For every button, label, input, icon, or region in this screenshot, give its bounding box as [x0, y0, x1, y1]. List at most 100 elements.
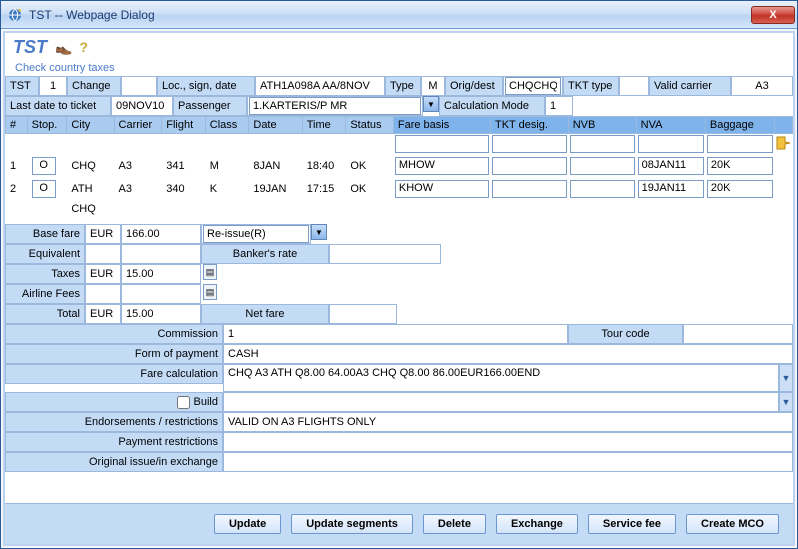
build-scroll-icon[interactable]: ▼ — [779, 392, 793, 412]
blank-nvb-input[interactable] — [570, 135, 635, 153]
bankers-value — [329, 244, 441, 264]
seg-header-nva: NVA — [636, 117, 705, 134]
exchange-button[interactable]: Exchange — [496, 514, 578, 534]
bag-input[interactable]: 20K — [707, 157, 773, 175]
tktdesig-input[interactable] — [492, 157, 567, 175]
airfee-label: Airline Fees — [5, 284, 85, 304]
tktdesig-input[interactable] — [492, 180, 567, 198]
update-segments-button[interactable]: Update segments — [291, 514, 413, 534]
farecalc-scroll-icon[interactable]: ▼ — [779, 364, 793, 392]
content-area: TST 👞 ? Check country taxes TST 1 Change… — [3, 31, 795, 546]
farebasis-input[interactable]: KHOW — [395, 180, 489, 198]
blank-bag-input[interactable] — [707, 135, 773, 153]
segment-table: #Stop.CityCarrierFlightClassDateTimeStat… — [5, 116, 793, 218]
equiv-label: Equivalent — [5, 244, 85, 264]
update-button[interactable]: Update — [214, 514, 281, 534]
lastdate-value: 09NOV10 — [111, 96, 173, 116]
commission-label: Commission — [5, 324, 223, 344]
seg-header--: # — [6, 117, 28, 134]
create-mco-button[interactable]: Create MCO — [686, 514, 779, 534]
farecalc-value[interactable]: CHQ A3 ATH Q8.00 64.00A3 CHQ Q8.00 86.00… — [223, 364, 779, 392]
airfee-detail-icon[interactable]: ▤ — [203, 284, 217, 300]
nva-input[interactable]: 19JAN11 — [638, 180, 704, 198]
info-row-1: TST 1 Change Loc., sign, date ATH1A098A … — [5, 76, 793, 96]
arrow-marker-icon — [775, 135, 791, 151]
locsign-value: ATH1A098A AA/8NOV — [255, 76, 385, 96]
farebasis-input[interactable]: MHOW — [395, 157, 489, 175]
segment-row: 2OATHA3340K19JAN17:15OKKHOW19JAN1120K — [6, 178, 793, 201]
stop-input[interactable]: O — [32, 157, 56, 175]
seg-header-baggage: Baggage — [705, 117, 774, 134]
passenger-input[interactable] — [249, 97, 421, 115]
airfee-cur — [85, 284, 121, 304]
basefare-label: Base fare — [5, 224, 85, 244]
seg-header-status: Status — [346, 117, 394, 134]
close-button[interactable]: X — [751, 6, 795, 24]
bankers-label: Banker's rate — [201, 244, 329, 264]
seg-header-nvb: NVB — [568, 117, 636, 134]
seg-header-fare-basis: Fare basis — [393, 117, 490, 134]
seg-header-date: Date — [249, 117, 302, 134]
netfare-label: Net fare — [201, 304, 329, 324]
fop-label: Form of payment — [5, 344, 223, 364]
tkttype-value — [619, 76, 649, 96]
endo-label: Endorsements / restrictions — [5, 412, 223, 432]
build-value — [223, 392, 779, 412]
shoe-icon[interactable]: 👞 — [55, 39, 72, 55]
airfee-amt — [121, 284, 201, 304]
passenger-label: Passenger — [173, 96, 247, 116]
blank-farebasis-input[interactable] — [395, 135, 489, 153]
service-fee-button[interactable]: Service fee — [588, 514, 676, 534]
help-icon[interactable]: ? — [80, 39, 89, 55]
origdest-cell — [503, 76, 563, 96]
taxes-detail-icon[interactable]: ▤ — [203, 264, 217, 280]
build-checkbox[interactable] — [177, 396, 190, 409]
segment-area: #Stop.CityCarrierFlightClassDateTimeStat… — [5, 116, 793, 224]
total-amt: 15.00 — [121, 304, 201, 324]
bag-input[interactable]: 20K — [707, 180, 773, 198]
seg-header-class: Class — [205, 117, 249, 134]
netfare-value — [329, 304, 397, 324]
total-label: Total — [5, 304, 85, 324]
stop-input[interactable]: O — [32, 180, 56, 198]
reissue-cell — [201, 224, 311, 244]
payrest-label: Payment restrictions — [5, 432, 223, 452]
build-label: Build — [194, 396, 218, 408]
seg-header-city: City — [67, 117, 114, 134]
tourcode-value[interactable] — [683, 324, 793, 344]
fare-block: Base fare EUR 166.00 ▼ Equivalent Banker… — [5, 224, 793, 324]
check-country-taxes-link[interactable]: Check country taxes — [5, 60, 793, 76]
tst-label: TST — [5, 76, 39, 96]
nvb-input[interactable] — [570, 180, 635, 198]
nva-input[interactable]: 08JAN11 — [638, 157, 704, 175]
seg-header-tkt-desig-: TKT desig. — [491, 117, 569, 134]
validcarrier-label: Valid carrier — [649, 76, 731, 96]
endo-value[interactable]: VALID ON A3 FLIGHTS ONLY — [223, 412, 793, 432]
ie-icon — [7, 7, 23, 23]
reissue-input[interactable] — [203, 225, 309, 243]
segment-blank-row — [6, 134, 793, 155]
commission-value[interactable]: 1 — [223, 324, 568, 344]
delete-button[interactable]: Delete — [423, 514, 486, 534]
page-header: TST 👞 ? — [5, 33, 793, 60]
tourcode-label: Tour code — [568, 324, 683, 344]
origdest-input[interactable] — [505, 77, 561, 95]
reissue-drop-icon[interactable]: ▼ — [311, 224, 327, 240]
fop-value[interactable]: CASH — [223, 344, 793, 364]
seg-header-stop-: Stop. — [27, 117, 67, 134]
taxes-cur: EUR — [85, 264, 121, 284]
type-label: Type — [385, 76, 421, 96]
tkttype-label: TKT type — [563, 76, 619, 96]
nvb-input[interactable] — [570, 157, 635, 175]
blank-nva-input[interactable] — [638, 135, 704, 153]
farecalc-label: Fare calculation — [5, 364, 223, 384]
lastdate-label: Last date to ticket — [5, 96, 111, 116]
origdest-label: Orig/dest — [445, 76, 503, 96]
passenger-drop-icon[interactable]: ▼ — [423, 96, 439, 112]
blank-tktdesig-input[interactable] — [492, 135, 567, 153]
passenger-cell — [247, 96, 423, 116]
window-title: TST -- Webpage Dialog — [29, 8, 751, 22]
payrest-value[interactable] — [223, 432, 793, 452]
button-bar: Update Update segments Delete Exchange S… — [5, 503, 793, 544]
origissue-value[interactable] — [223, 452, 793, 472]
